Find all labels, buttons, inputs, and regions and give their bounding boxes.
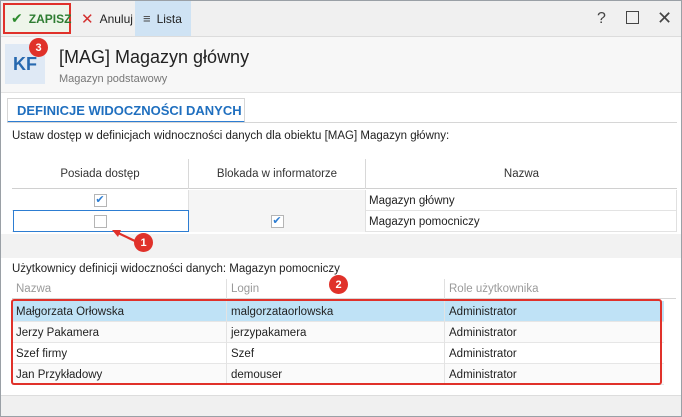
has-access-checkbox[interactable]: ✔ — [93, 194, 107, 207]
has-access-cell: ✔ — [12, 190, 189, 211]
section-separator — [1, 234, 681, 258]
save-button[interactable]: ✔ ZAPISZ — [3, 3, 71, 34]
save-label: ZAPISZ — [28, 11, 72, 26]
maximize-icon[interactable] — [626, 11, 639, 24]
window-close-icon[interactable]: ✕ — [657, 8, 672, 29]
blocked-cell — [189, 190, 366, 211]
blocked-checkbox[interactable]: ✔ — [270, 215, 284, 228]
checkmark-icon: ✔ — [11, 10, 23, 26]
page-subtitle: Magazyn podstawowy — [59, 73, 168, 85]
close-x-icon: ✕ — [81, 10, 94, 28]
record-header: KF [MAG] Magazyn główny Magazyn podstawo… — [1, 37, 681, 93]
toolbar: ✔ ZAPISZ ✕ Anuluj ≡ Lista ? ✕ — [1, 1, 681, 37]
tab-divider — [7, 122, 677, 123]
list-label: Lista — [156, 11, 182, 26]
help-icon[interactable]: ? — [597, 10, 606, 28]
list-button[interactable]: ≡ Lista — [135, 1, 191, 36]
cancel-label: Anuluj — [99, 11, 133, 26]
column-header-has-access[interactable]: Posiada dostęp — [12, 159, 189, 189]
access-grid: Posiada dostęp Blokada w informatorze Na… — [12, 159, 677, 234]
access-grid-header: Posiada dostęp Blokada w informatorze Na… — [12, 159, 677, 189]
highlight-frame — [11, 299, 662, 385]
access-name-cell: Magazyn główny — [366, 190, 677, 211]
users-grid-header: Nazwa Login Role użytkownika — [12, 279, 676, 299]
step-badge-3: 3 — [29, 38, 48, 57]
column-header-name[interactable]: Nazwa — [366, 159, 677, 189]
focused-cell-outline — [13, 210, 189, 232]
cancel-button[interactable]: ✕ Anuluj — [73, 1, 135, 36]
access-name-cell: Magazyn pomocniczy — [366, 211, 677, 232]
blocked-cell: ✔ — [189, 211, 366, 232]
footer-band — [1, 395, 681, 416]
page-title: [MAG] Magazyn główny — [59, 47, 250, 67]
list-icon: ≡ — [143, 11, 151, 26]
step-badge-1: 1 — [134, 233, 153, 252]
users-section-title: Użytkownicy definicji widoczności danych… — [12, 263, 340, 275]
tab-visibility-definitions[interactable]: DEFINICJE WIDOCZNOŚCI DANYCH — [7, 98, 245, 123]
window: ✔ ZAPISZ ✕ Anuluj ≡ Lista ? ✕ KF [MAG] M… — [0, 0, 682, 417]
access-row[interactable]: ✔ Magazyn główny — [12, 190, 677, 211]
column-header-blocked[interactable]: Blokada w informatorze — [189, 159, 366, 189]
column-header-roles[interactable]: Role użytkownika — [445, 279, 676, 299]
column-header-login[interactable]: Login — [227, 279, 445, 299]
description-text: Ustaw dostęp w definicjach widnoczności … — [12, 130, 450, 142]
column-header-user-name[interactable]: Nazwa — [12, 279, 227, 299]
